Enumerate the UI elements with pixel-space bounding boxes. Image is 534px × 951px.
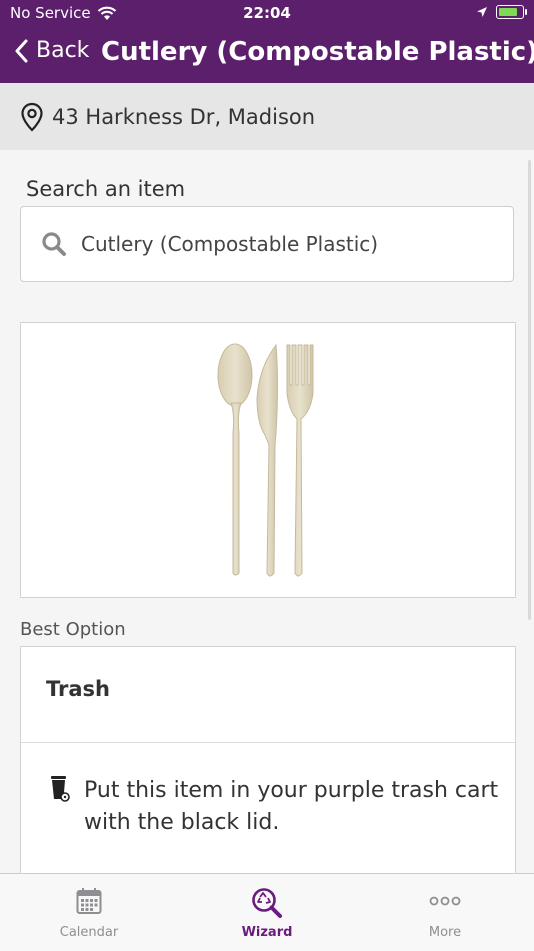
back-label: Back: [36, 38, 90, 63]
best-option-card: Trash Put this item in your purple trash…: [20, 646, 516, 874]
trash-cart-icon: [51, 776, 70, 802]
calendar-icon: [76, 888, 102, 914]
search-icon: [42, 232, 66, 256]
address-text: 43 Harkness Dr, Madison: [52, 104, 316, 129]
fork-shape: [286, 344, 314, 577]
location-arrow-icon: [477, 7, 487, 17]
spoon-shape: [217, 343, 253, 576]
tab-more-label: More: [428, 925, 462, 940]
tab-calendar-label: Calendar: [59, 925, 119, 940]
cutlery-image: [217, 343, 314, 577]
tab-wizard[interactable]: Wizard: [178, 874, 356, 951]
search-input[interactable]: [79, 231, 493, 257]
disposal-instruction: Put this item in your purple trash cart …: [84, 778, 499, 835]
chevron-left-icon: [15, 39, 28, 62]
status-bar: No Service 22:04: [0, 0, 534, 28]
divider: [21, 742, 515, 743]
knife-shape: [256, 343, 278, 577]
navigation-bar: Back Cutlery (Compostable Plastic): [0, 28, 534, 83]
battery-icon: [496, 5, 527, 19]
tab-more[interactable]: More: [356, 874, 534, 951]
search-label: Search an item: [26, 177, 186, 201]
disposal-option-title: Trash: [46, 677, 110, 701]
page-title: Cutlery (Compostable Plastic): [101, 37, 534, 67]
wizard-recycle-search-icon: [252, 888, 282, 918]
back-button[interactable]: Back: [14, 38, 89, 63]
tab-calendar[interactable]: Calendar: [0, 874, 178, 951]
tab-bar: Calendar Wizard More: [0, 873, 534, 951]
status-right: [476, 5, 527, 19]
clock: 22:04: [243, 4, 291, 22]
tab-wizard-label: Wizard: [241, 925, 293, 940]
scroll-indicator[interactable]: [528, 160, 531, 620]
location-bar[interactable]: 43 Harkness Dr, Madison: [0, 83, 534, 150]
best-option-label: Best Option: [20, 619, 126, 640]
top-bar: No Service 22:04 Back Cutlery (Compostab…: [0, 0, 534, 83]
map-pin-icon: [21, 102, 43, 132]
more-icon: [429, 896, 461, 906]
search-field[interactable]: [20, 206, 514, 282]
item-image-card: [20, 322, 516, 598]
